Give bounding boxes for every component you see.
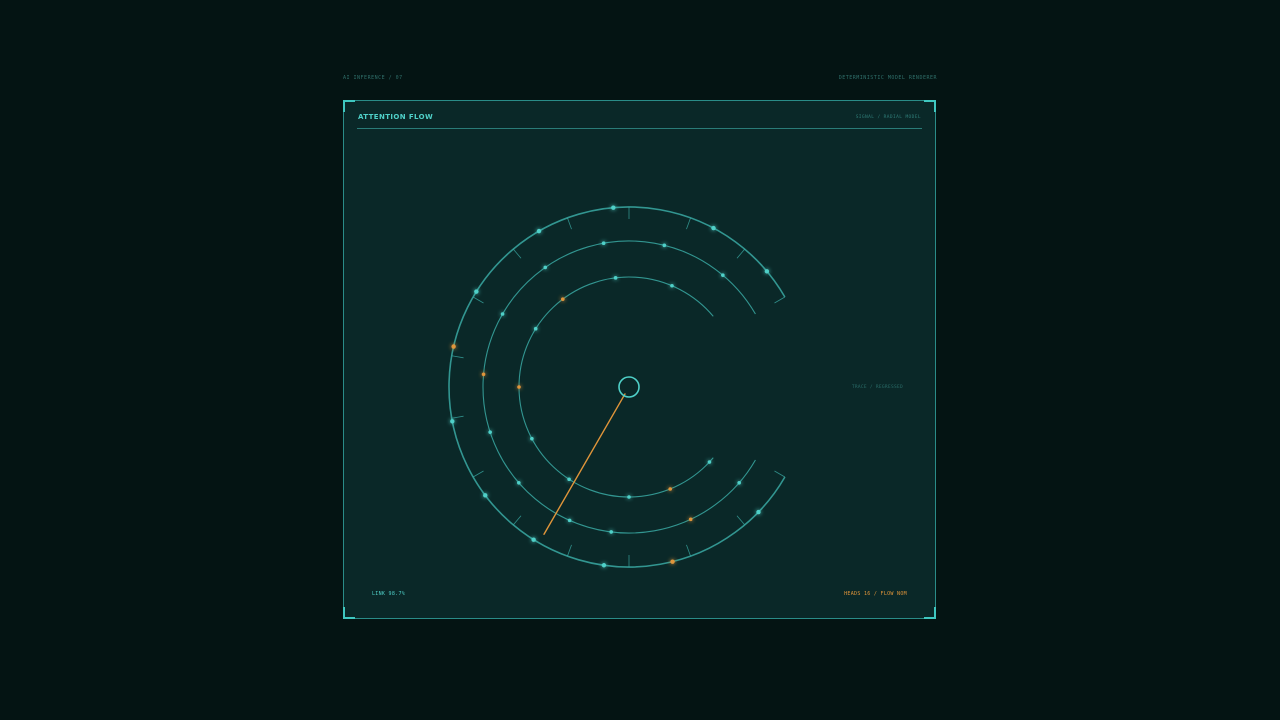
attention-node-warm [670,559,675,564]
ring-tick [736,515,746,526]
attention-node-warm [668,487,673,491]
attention-node [711,225,716,231]
attention-node [474,289,479,294]
attention-node [601,563,607,568]
attention-node-warm [688,517,693,522]
radial-attention-diagram [448,205,786,568]
side-trace-label: TRACE / REGRESSED [851,385,903,390]
ring-tick [451,415,464,419]
ring-tick [567,217,572,230]
ring-tick [686,544,691,557]
attention-node [737,480,741,485]
attention-node [613,276,618,280]
attention-node [567,518,572,523]
attention-node [609,530,614,534]
link-status: LINK 98.7% [372,591,406,597]
attention-node [567,477,571,482]
ring-tick [774,296,786,304]
ring-inner [518,276,714,498]
attention-node-warm [481,372,486,377]
attention-node [707,460,712,464]
ring-tick [774,470,786,478]
attention-node-warm [517,385,521,389]
attention-node [533,326,538,331]
attention-node [543,265,548,270]
ring-tick [567,544,572,557]
attention-node [483,493,488,498]
attention-node [764,269,770,274]
ring-tick [686,217,691,230]
attention-node [670,283,674,288]
center-hub [618,376,640,398]
attention-node-warm [451,344,456,349]
attention-node [530,436,534,441]
attention-node [601,241,606,246]
attention-node [500,312,505,316]
attention-node [488,430,492,434]
ring-outer [448,206,786,568]
attention-node [450,419,455,424]
page: AI INFERENCE / 07 DETERMINISTIC MODEL RE… [0,0,1280,720]
attention-node [517,480,521,485]
header-left-label: AI INFERENCE / 07 [343,75,403,81]
ring-tick [736,248,746,259]
header-right-label: DETERMINISTIC MODEL RENDERER [838,75,937,81]
heads-flow-status: HEADS 16 / FLOW NOM [844,591,907,597]
attention-flow-panel: ATTENTION FLOW SIGNAL / RADIAL MODEL TRA… [343,100,936,619]
attention-node [611,205,616,210]
attention-node [531,537,536,542]
ring-tick [472,296,484,304]
ring-tick [472,470,484,478]
attention-node [756,509,761,515]
ring-tick [512,515,522,526]
attention-node [662,243,667,248]
ring-tick [451,355,464,359]
ring-tick [512,248,522,259]
attention-node [721,273,725,277]
attention-node [627,495,631,499]
attention-node-warm [561,297,565,301]
attention-node [536,228,542,234]
attention-pointer [543,393,626,535]
